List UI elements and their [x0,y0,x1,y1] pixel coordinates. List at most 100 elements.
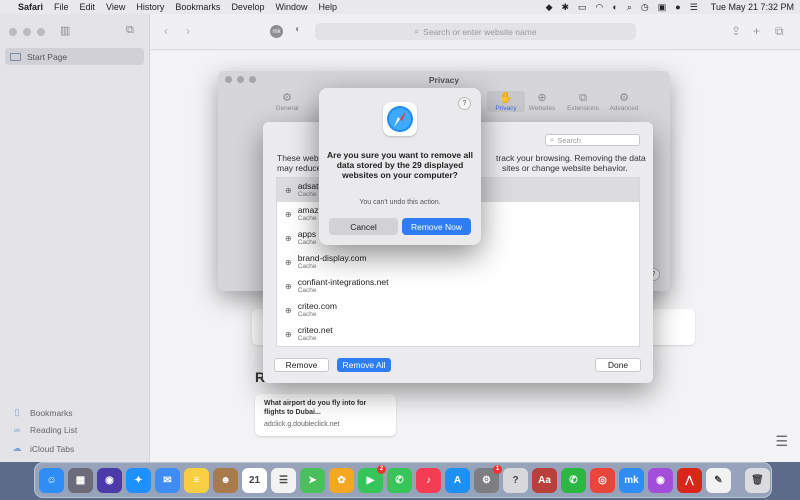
description-line-1-right: track your browsing. Removing the data [496,153,646,163]
control-center-icon[interactable]: ◐ [612,2,617,12]
start-page-settings-icon[interactable]: ☰ [775,433,788,450]
bookmark-icon: ▯ [14,407,20,417]
sidebar-item-bookmarks[interactable]: ▯ Bookmarks [12,407,73,418]
launchpad-icon[interactable]: ▦ [68,467,93,493]
photos-icon[interactable]: ✿ [329,467,354,493]
close-window-button[interactable] [9,28,17,36]
tab-privacy[interactable]: ✋ Privacy [487,91,525,112]
menu-develop[interactable]: Develop [231,2,264,12]
menu-edit[interactable]: Edit [80,2,96,12]
safari-icon[interactable]: ✦ [126,467,151,493]
chrome-icon[interactable]: ◎ [590,467,615,493]
contacts-icon[interactable]: ☻ [213,467,238,493]
time-machine-icon[interactable]: ◷ [641,2,649,13]
menu-app-name[interactable]: Safari [18,2,43,12]
menu-view[interactable]: View [106,2,125,12]
remove-now-button[interactable]: Remove Now [402,218,471,235]
share-icon[interactable]: ⇪ [731,24,741,38]
remove-all-button[interactable]: Remove All [337,358,391,372]
forward-button[interactable]: › [186,24,190,38]
podcasts-icon[interactable]: ◉ [648,467,673,493]
website-row-text: apps Cache [298,229,317,247]
mail-icon[interactable]: ✉ [155,467,180,493]
maps-icon[interactable]: ➤ [300,467,325,493]
cancel-button[interactable]: Cancel [329,218,398,235]
remove-button[interactable]: Remove [274,358,329,372]
website-name: adsat [297,181,319,191]
menu-window[interactable]: Window [275,2,307,12]
minimize-window-button[interactable] [23,28,31,36]
tabs-overview-icon[interactable]: ⧉ [775,24,784,39]
textedit-icon[interactable]: ✎ [706,467,731,493]
address-bar[interactable]: ⌕ Search or enter website name [315,23,636,40]
menu-bookmarks[interactable]: Bookmarks [175,2,220,12]
app-store-icon[interactable]: A [445,467,470,493]
calendar-icon[interactable]: 21 [242,467,267,493]
sidebar-item-icloud-tabs[interactable]: ☁ iCloud Tabs [12,443,75,454]
tab-advanced[interactable]: ⚙ Advanced [605,91,643,112]
globe-icon: ⊕ [285,209,292,219]
website-row[interactable]: ⊕ brand-display.com Cache [277,250,639,274]
globe-icon: ⊕ [285,257,292,267]
siri-menu-icon[interactable]: ● [675,2,680,12]
website-row[interactable]: ⊕ confiant-integrations.net Cache [277,274,639,298]
alert-subtitle: You can't undo this action. [359,199,441,206]
bluetooth-icon[interactable]: ✱ [561,2,569,13]
website-data-type: Cache [297,335,317,342]
hand-icon: ✋ [499,92,513,104]
reading-card-url: adclick.g.doubleclick.net [264,421,340,428]
tab-websites[interactable]: ⊕ Websites [523,91,561,112]
dictionary-icon[interactable]: Aa [532,467,557,493]
help-icon[interactable]: ? [503,467,528,493]
new-tab-icon[interactable]: + [753,24,760,38]
sidebar-toggle-icon[interactable]: ▥ [60,24,70,37]
sidebar-item-label: Reading List [30,425,78,435]
website-search-field[interactable]: ⌕ Search [545,134,640,146]
tab-general[interactable]: ⚙ General [268,91,306,112]
extension-mk-button[interactable]: mk [270,25,283,38]
privacy-shield-icon[interactable]: ◐ [295,24,301,35]
wifi-icon[interactable]: ◠ [596,2,604,13]
music-icon[interactable]: ♪ [416,467,441,493]
trash-icon[interactable]: 🗑 [745,467,770,493]
back-button[interactable]: ‹ [164,24,168,38]
sidebar-item-reading-list[interactable]: ∞ Reading List [12,425,77,435]
zoom-window-button[interactable] [37,28,45,36]
website-data-type: Cache [297,215,317,222]
done-button[interactable]: Done [595,358,641,372]
sidebar-item-start-page[interactable]: Start Page [5,48,144,65]
tab-overview-icon[interactable]: ⧉ [126,24,134,37]
website-row[interactable]: ⊕ criteo.net Cache [277,322,639,346]
facetime-icon[interactable]: ▶ 2 [358,464,386,493]
menu-help[interactable]: Help [318,2,337,12]
notes-icon[interactable]: ≡ [184,467,209,493]
website-row[interactable]: ⊕ criteo.com Cache [277,298,639,322]
address-placeholder: Search or enter website name [423,26,537,37]
start-page-icon [10,52,21,61]
sidebar-item-label: Bookmarks [30,407,73,418]
system-preferences-icon[interactable]: ⚙ 1 [474,464,502,493]
battery-icon[interactable]: ▭ [578,2,587,13]
menu-clock[interactable]: Tue May 21 7:32 PM [711,2,794,12]
menu-history[interactable]: History [136,2,164,12]
reminders-icon[interactable]: ☰ [271,467,296,493]
website-row-text: brand-display.com Cache [298,253,367,271]
display-icon[interactable]: ▣ [658,2,667,13]
messages-icon[interactable]: ✆ [387,467,412,493]
mk-icon[interactable]: mk [619,467,644,493]
sidebar: ▥ ⧉ Start Page ▯ Bookmarks ∞ Reading Lis… [0,14,150,462]
globe-icon: ⊕ [285,305,292,315]
acrobat-icon[interactable]: ⋀ [677,467,702,493]
alert-help-button[interactable]: ? [458,97,471,110]
finder-icon[interactable]: ☺ [39,467,64,493]
whatsapp-icon[interactable]: ✆ [561,467,586,493]
reading-list-card[interactable]: What airport do you fly into for flights… [255,394,396,436]
website-name: confiant-integrations.net [297,277,389,287]
tab-extensions[interactable]: ⧉ Extensions [564,91,602,112]
status-app-icon[interactable]: ◆ [546,2,553,13]
menu-file[interactable]: File [54,2,69,12]
spotlight-icon[interactable]: ⌕ [627,2,632,13]
search-placeholder: Search [557,135,581,145]
siri-icon[interactable]: ◉ [97,467,122,493]
notification-center-icon[interactable]: ☰ [690,2,698,13]
